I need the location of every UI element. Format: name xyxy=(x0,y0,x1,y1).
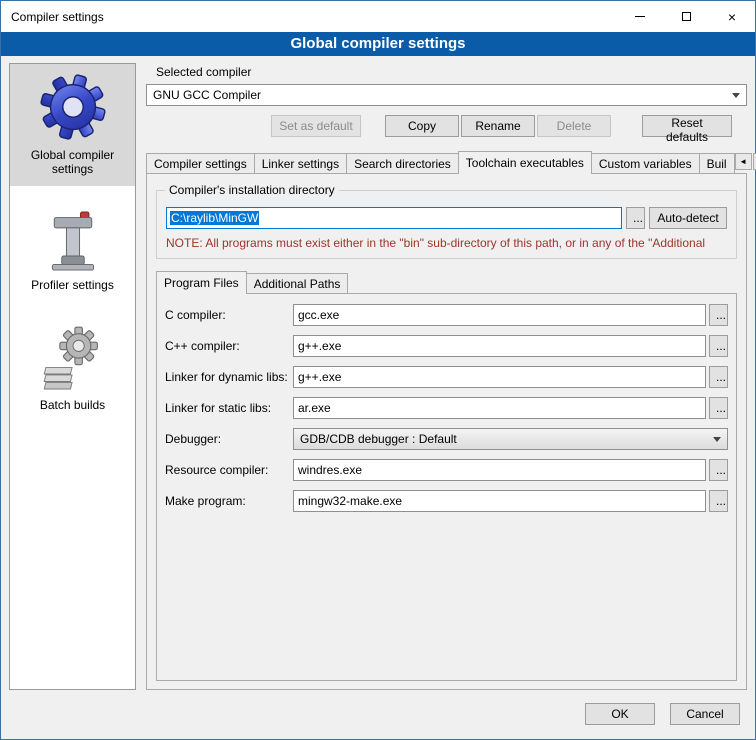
form-row-make-program: Make program: mingw32-make.exe ... xyxy=(165,490,728,512)
program-tabs-strip: Program Files Additional Paths xyxy=(156,271,737,293)
c-compiler-value: gcc.exe xyxy=(298,308,339,322)
resource-compiler-input[interactable]: windres.exe xyxy=(293,459,706,481)
close-button[interactable]: × xyxy=(709,1,755,32)
make-program-value: mingw32-make.exe xyxy=(298,494,402,508)
maximize-icon xyxy=(682,12,691,21)
cpp-compiler-browse-button[interactable]: ... xyxy=(709,335,728,357)
ok-button[interactable]: OK xyxy=(585,703,655,725)
dynamic-linker-browse-button[interactable]: ... xyxy=(709,366,728,388)
selected-compiler-label: Selected compiler xyxy=(156,65,747,79)
installation-note: NOTE: All programs must exist either in … xyxy=(166,236,727,250)
cpp-compiler-label: C++ compiler: xyxy=(165,339,293,353)
install-dir-browse-button[interactable]: ... xyxy=(626,207,645,229)
sidebar-item-global-compiler-settings[interactable]: Global compiler settings xyxy=(10,64,135,186)
debugger-label: Debugger: xyxy=(165,432,293,446)
install-dir-input[interactable]: C:\raylib\MinGW xyxy=(166,207,622,229)
installation-directory-group: Compiler's installation directory C:\ray… xyxy=(156,190,737,259)
selected-compiler-dropdown[interactable]: GNU GCC Compiler xyxy=(146,84,747,106)
main-panel: Selected compiler GNU GCC Compiler Set a… xyxy=(146,63,747,690)
auto-detect-button[interactable]: Auto-detect xyxy=(649,207,727,229)
cpp-compiler-value: g++.exe xyxy=(298,339,341,353)
make-program-label: Make program: xyxy=(165,494,293,508)
resource-compiler-value: windres.exe xyxy=(298,463,362,477)
dynamic-linker-value: g++.exe xyxy=(298,370,341,384)
sidebar-item-batch-builds[interactable]: Batch builds xyxy=(10,318,135,422)
static-linker-label: Linker for static libs: xyxy=(165,401,293,415)
tab-additional-paths[interactable]: Additional Paths xyxy=(246,273,349,293)
form-row-debugger: Debugger: GDB/CDB debugger : Default xyxy=(165,428,728,450)
tab-scroll-controls: ◄ ► xyxy=(735,153,756,173)
resource-compiler-browse-button[interactable]: ... xyxy=(709,459,728,481)
rename-button[interactable]: Rename xyxy=(461,115,535,137)
form-row-dynamic-linker: Linker for dynamic libs: g++.exe ... xyxy=(165,366,728,388)
tab-linker-settings[interactable]: Linker settings xyxy=(254,153,347,173)
sidebar-item-label: Batch builds xyxy=(40,398,105,412)
compiler-buttons-row: Set as default Copy Rename Delete Reset … xyxy=(146,115,747,137)
arrow-left-icon: ◄ xyxy=(739,157,747,166)
window-title: Compiler settings xyxy=(1,10,104,24)
installation-path-row: C:\raylib\MinGW ... Auto-detect xyxy=(166,207,727,229)
debugger-dropdown[interactable]: GDB/CDB debugger : Default xyxy=(293,428,728,450)
titlebar[interactable]: Compiler settings × xyxy=(1,1,755,32)
debugger-value: GDB/CDB debugger : Default xyxy=(300,432,457,446)
static-linker-input[interactable]: ar.exe xyxy=(293,397,706,419)
c-compiler-label: C compiler: xyxy=(165,308,293,322)
chevron-down-icon xyxy=(713,437,721,442)
batch-builds-icon xyxy=(43,326,103,392)
program-files-page: C compiler: gcc.exe ... C++ compiler: g+… xyxy=(156,293,737,681)
form-row-cpp-compiler: C++ compiler: g++.exe ... xyxy=(165,335,728,357)
tab-scroll-right-button[interactable]: ► xyxy=(753,153,756,170)
installation-directory-legend: Compiler's installation directory xyxy=(165,183,339,197)
make-program-browse-button[interactable]: ... xyxy=(709,490,728,512)
dynamic-linker-label: Linker for dynamic libs: xyxy=(165,370,293,384)
c-compiler-browse-button[interactable]: ... xyxy=(709,304,728,326)
maximize-button[interactable] xyxy=(663,1,709,32)
static-linker-value: ar.exe xyxy=(298,401,331,415)
c-compiler-input[interactable]: gcc.exe xyxy=(293,304,706,326)
compiler-settings-window: Compiler settings × Global compiler sett… xyxy=(0,0,756,740)
dialog-body: Global compiler settings Profiler settin… xyxy=(1,56,755,696)
settings-sidebar: Global compiler settings Profiler settin… xyxy=(9,63,136,690)
window-controls: × xyxy=(617,1,755,32)
settings-tab-strip: Compiler settings Linker settings Search… xyxy=(146,151,747,173)
cpp-compiler-input[interactable]: g++.exe xyxy=(293,335,706,357)
install-dir-selected-text: C:\raylib\MinGW xyxy=(170,211,259,225)
tab-build-options-truncated[interactable]: Buil xyxy=(699,153,735,173)
copy-button[interactable]: Copy xyxy=(385,115,459,137)
minimize-button[interactable] xyxy=(617,1,663,32)
chevron-down-icon xyxy=(732,93,740,98)
tab-compiler-settings[interactable]: Compiler settings xyxy=(146,153,255,173)
form-row-c-compiler: C compiler: gcc.exe ... xyxy=(165,304,728,326)
set-as-default-button[interactable]: Set as default xyxy=(271,115,361,137)
minimize-icon xyxy=(635,16,645,17)
reset-defaults-button[interactable]: Reset defaults xyxy=(642,115,732,137)
selected-compiler-value: GNU GCC Compiler xyxy=(153,88,261,102)
gear-icon xyxy=(38,72,108,142)
dialog-footer: OK Cancel xyxy=(1,696,755,739)
form-row-resource-compiler: Resource compiler: windres.exe ... xyxy=(165,459,728,481)
sidebar-item-profiler-settings[interactable]: Profiler settings xyxy=(10,202,135,302)
dynamic-linker-input[interactable]: g++.exe xyxy=(293,366,706,388)
close-icon: × xyxy=(728,10,736,24)
cancel-button[interactable]: Cancel xyxy=(670,703,740,725)
static-linker-browse-button[interactable]: ... xyxy=(709,397,728,419)
tab-custom-variables[interactable]: Custom variables xyxy=(591,153,700,173)
dialog-header: Global compiler settings xyxy=(1,32,755,56)
delete-button[interactable]: Delete xyxy=(537,115,611,137)
tab-program-files[interactable]: Program Files xyxy=(156,271,247,294)
tab-toolchain-executables[interactable]: Toolchain executables xyxy=(458,151,592,174)
toolchain-executables-page: Compiler's installation directory C:\ray… xyxy=(146,173,747,690)
make-program-input[interactable]: mingw32-make.exe xyxy=(293,490,706,512)
tab-scroll-left-button[interactable]: ◄ xyxy=(735,153,752,170)
sidebar-item-label: Global compiler settings xyxy=(12,148,133,176)
form-row-static-linker: Linker for static libs: ar.exe ... xyxy=(165,397,728,419)
tab-search-directories[interactable]: Search directories xyxy=(346,153,459,173)
resource-compiler-label: Resource compiler: xyxy=(165,463,293,477)
sidebar-item-label: Profiler settings xyxy=(31,278,114,292)
profiler-icon xyxy=(43,210,103,272)
